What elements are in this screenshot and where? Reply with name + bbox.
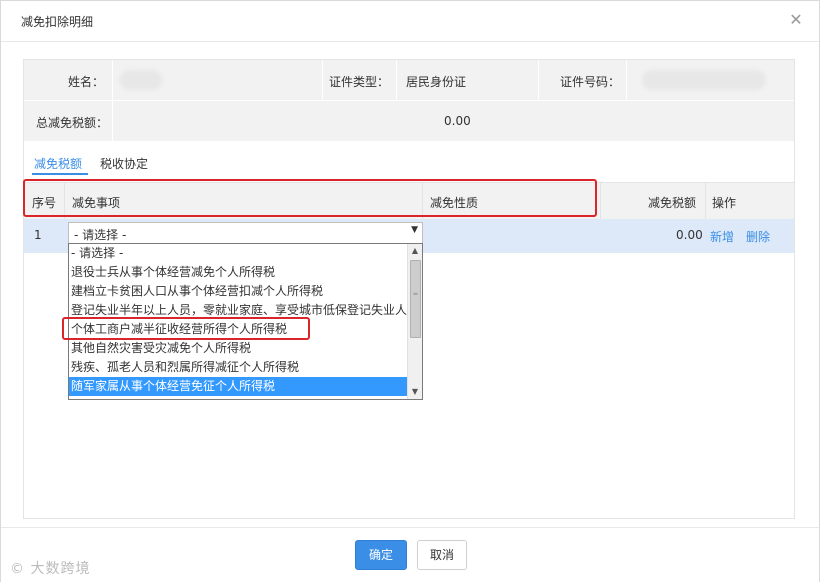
tab-bar: 减免税额 税收协定 bbox=[24, 149, 794, 175]
dialog-footer: 确定 取消 bbox=[1, 527, 819, 582]
deduction-item-select[interactable]: - 请选择 - ▼ bbox=[68, 222, 423, 244]
active-tab-indicator bbox=[32, 173, 88, 175]
scroll-down-icon[interactable]: ▼ bbox=[408, 385, 422, 399]
deduction-details-dialog: 减免扣除明细 ✕ 姓名： 证件类型： 居民身份证 证件号码： 总减免税额： 0.… bbox=[0, 0, 820, 582]
col-nature: 减免性质 bbox=[430, 196, 479, 210]
confirm-button[interactable]: 确定 bbox=[355, 540, 407, 570]
select-current-value: - 请选择 - bbox=[74, 228, 127, 242]
chevron-down-icon[interactable]: ▼ bbox=[411, 225, 418, 235]
total-label: 总减免税额： bbox=[36, 116, 109, 130]
deduction-item-dropdown[interactable]: - 请选择 - 退役士兵从事个体经营减免个人所得税 建档立卡贫困人口从事个体经营… bbox=[68, 243, 423, 400]
add-link[interactable]: 新增 bbox=[710, 228, 734, 245]
dialog-content: 姓名： 证件类型： 居民身份证 证件号码： 总减免税额： 0.00 减免税额 税… bbox=[23, 59, 795, 519]
delete-link[interactable]: 删除 bbox=[746, 228, 770, 245]
scroll-up-icon[interactable]: ▲ bbox=[408, 244, 422, 258]
total-value: 0.00 bbox=[444, 114, 471, 128]
dropdown-option[interactable]: 退役士兵从事个体经营减免个人所得税 bbox=[69, 263, 408, 282]
id-type-value: 居民身份证 bbox=[406, 75, 467, 89]
dropdown-option-highlighted[interactable]: 个体工商户减半征收经营所得个人所得税 bbox=[69, 320, 408, 339]
id-number-label: 证件号码： bbox=[560, 75, 621, 89]
cancel-button[interactable]: 取消 bbox=[417, 540, 467, 570]
close-icon[interactable]: ✕ bbox=[787, 11, 805, 29]
tab-deduction-amount[interactable]: 减免税额 bbox=[34, 155, 82, 172]
dialog-title: 减免扣除明细 bbox=[21, 15, 94, 29]
id-type-label: 证件类型： bbox=[329, 75, 390, 89]
dropdown-option-selected[interactable]: 随军家属从事个体经营免征个人所得税 bbox=[69, 377, 408, 396]
watermark: © 大数跨境 bbox=[10, 561, 91, 577]
row-amount: 0.00 bbox=[676, 228, 703, 242]
dialog-titlebar: 减免扣除明细 ✕ bbox=[1, 1, 819, 42]
dropdown-option[interactable]: 建档立卡贫困人口从事个体经营扣减个人所得税 bbox=[69, 282, 408, 301]
dropdown-option[interactable]: 残疾、孤老人员和烈属所得减征个人所得税 bbox=[69, 358, 408, 377]
name-value-redacted bbox=[120, 70, 162, 90]
col-index: 序号 bbox=[32, 196, 57, 210]
dropdown-option[interactable]: 其他自然灾害受灾减免个人所得税 bbox=[69, 339, 408, 358]
scrollbar-thumb[interactable]: ═ bbox=[410, 260, 421, 338]
name-label: 姓名： bbox=[68, 75, 105, 89]
taxpayer-info-row: 姓名： 证件类型： 居民身份证 证件号码： bbox=[24, 60, 794, 101]
tab-tax-treaty[interactable]: 税收协定 bbox=[100, 155, 148, 172]
row-index: 1 bbox=[34, 228, 42, 242]
grip-icon: ═ bbox=[413, 290, 418, 298]
table-header: 序号 减免事项 减免性质 减免税额 操作 bbox=[24, 182, 794, 220]
id-number-value-redacted bbox=[642, 70, 766, 90]
col-actions: 操作 bbox=[712, 196, 737, 210]
dropdown-option[interactable]: 登记失业半年以上人员，零就业家庭、享受城市低保登记失业人 bbox=[69, 301, 408, 320]
dropdown-scrollbar[interactable]: ▲ ═ ▼ bbox=[407, 244, 422, 399]
total-row: 总减免税额： 0.00 bbox=[24, 101, 794, 142]
dropdown-option[interactable]: - 请选择 - bbox=[69, 244, 408, 263]
col-item: 减免事项 bbox=[72, 196, 121, 210]
col-amount: 减免税额 bbox=[648, 196, 697, 210]
